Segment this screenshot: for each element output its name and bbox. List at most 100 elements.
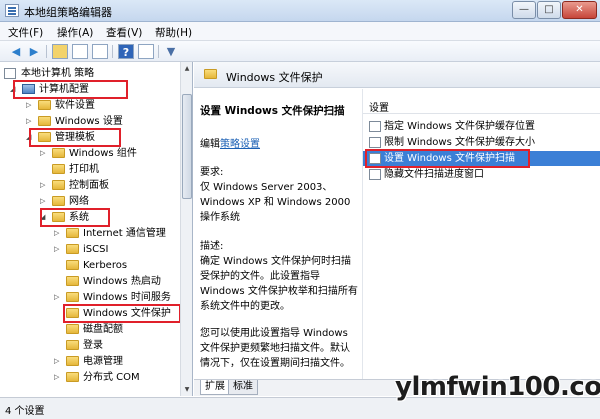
tree-item-network[interactable]: ▷ 网络	[4, 194, 180, 209]
tree-item-time-service[interactable]: ▷ Windows 时间服务	[4, 290, 180, 305]
folder-icon	[38, 100, 51, 110]
menu-file[interactable]: 文件(F)	[8, 25, 43, 40]
policy-setting-icon	[369, 169, 381, 180]
highlight-computer-config	[13, 80, 128, 99]
folder-icon	[66, 356, 79, 366]
collapsed-arrow-icon[interactable]: ▷	[40, 178, 48, 193]
policy-setting-icon	[369, 137, 381, 148]
folder-icon	[52, 180, 65, 190]
highlight-selected-setting	[365, 149, 530, 168]
maximize-button[interactable]: □	[537, 1, 561, 19]
collapsed-arrow-icon[interactable]: ▷	[54, 242, 62, 257]
toolbar-separator	[158, 45, 159, 58]
edit-prefix: 编辑	[200, 139, 220, 150]
close-button[interactable]: ✕	[562, 1, 597, 19]
status-text: 4 个设置	[5, 406, 45, 417]
folder-icon	[52, 148, 65, 158]
folder-icon	[66, 228, 79, 238]
collapsed-arrow-icon[interactable]: ▷	[40, 194, 48, 209]
tree-item-kerberos[interactable]: Kerberos	[4, 258, 180, 273]
scroll-down-arrow-icon[interactable]: ▼	[182, 384, 192, 395]
tree-item-windows-settings[interactable]: ▷ Windows 设置	[4, 114, 180, 129]
folder-icon	[52, 196, 65, 206]
properties-icon[interactable]	[138, 44, 154, 59]
tree-item-hot-start[interactable]: Windows 热启动	[4, 274, 180, 289]
policy-icon	[4, 68, 16, 79]
toolbar: ◀ ▶ ? ▼	[0, 41, 600, 62]
folder-icon	[66, 372, 79, 382]
requirements-label: 要求:	[200, 167, 224, 178]
description-label: 描述:	[200, 241, 224, 252]
policy-title: 设置 Windows 文件保护扫描	[200, 105, 345, 117]
list-item[interactable]: 指定 Windows 文件保护缓存位置	[363, 119, 600, 134]
folder-icon	[66, 340, 79, 350]
list-column-header[interactable]: 设置	[363, 97, 600, 114]
collapsed-arrow-icon[interactable]: ▷	[54, 226, 62, 241]
edit-policy-line: 编辑策略设置	[200, 135, 260, 150]
tree-item-disk-quota[interactable]: 磁盘配额	[4, 322, 180, 337]
collapsed-arrow-icon[interactable]: ▷	[54, 370, 62, 385]
list-item[interactable]: 隐藏文件扫描进度窗口	[363, 167, 600, 182]
description-pane: 设置 Windows 文件保护扫描 编辑策略设置 要求: 仅 Windows S…	[194, 89, 360, 379]
column-settings: 设置	[369, 103, 389, 114]
tree-item-iscsi[interactable]: ▷ iSCSI	[4, 242, 180, 257]
scroll-thumb[interactable]	[182, 94, 192, 199]
highlight-admin-templates	[29, 128, 121, 147]
collapsed-arrow-icon[interactable]: ▷	[40, 146, 48, 161]
forward-arrow-icon[interactable]: ▶	[26, 44, 42, 59]
tree-item-logon[interactable]: 登录	[4, 338, 180, 353]
tree-item-distributed-com[interactable]: ▷ 分布式 COM	[4, 370, 180, 385]
folder-icon	[66, 292, 79, 302]
collapsed-arrow-icon[interactable]: ▷	[26, 114, 34, 129]
menu-action[interactable]: 操作(A)	[57, 25, 93, 40]
highlight-system	[40, 208, 110, 227]
tree-item-internet-comm[interactable]: ▷ Internet 通信管理	[4, 226, 180, 241]
filter-icon[interactable]: ▼	[163, 44, 179, 59]
help-icon[interactable]: ?	[118, 44, 134, 59]
up-folder-icon[interactable]	[52, 44, 68, 59]
folder-icon	[38, 116, 51, 126]
list-item[interactable]: 限制 Windows 文件保护缓存大小	[363, 135, 600, 150]
folder-icon	[66, 260, 79, 270]
details-header: Windows 文件保护	[194, 62, 600, 88]
scroll-up-arrow-icon[interactable]: ▲	[182, 63, 192, 74]
tree-item-windows-components[interactable]: ▷ Windows 组件	[4, 146, 180, 161]
folder-icon	[66, 324, 79, 334]
tree-item-software-settings[interactable]: ▷ 软件设置	[4, 98, 180, 113]
menu-view[interactable]: 查看(V)	[106, 25, 142, 40]
tree-item-power-mgmt[interactable]: ▷ 电源管理	[4, 354, 180, 369]
requirements-text: 仅 Windows Server 2003、Windows XP 和 Windo…	[200, 182, 351, 223]
collapsed-arrow-icon[interactable]: ▷	[54, 354, 62, 369]
details-header-title: Windows 文件保护	[226, 71, 323, 84]
folder-icon	[52, 164, 65, 174]
details-pane: Windows 文件保护 设置 Windows 文件保护扫描 编辑策略设置 要求…	[194, 62, 600, 396]
toolbar-separator	[46, 45, 47, 58]
navigation-tree: 本地计算机 策略 ◢ 计算机配置 ▷ 软件设置 ▷ Windows 设置 ◢ 管…	[0, 62, 193, 396]
back-arrow-icon[interactable]: ◀	[8, 44, 24, 59]
description-text: 确定 Windows 文件保护何时扫描受保护的文件。此设置指导 Windows …	[200, 256, 358, 312]
menu-help[interactable]: 帮助(H)	[155, 25, 192, 40]
edit-policy-link[interactable]: 策略设置	[220, 139, 260, 150]
tree-item-root[interactable]: 本地计算机 策略	[4, 66, 180, 81]
title-bar: 本地组策略编辑器 — □ ✕	[0, 0, 600, 22]
tree-item-printers[interactable]: 打印机	[4, 162, 180, 177]
folder-icon	[204, 69, 217, 79]
tab-standard[interactable]: 标准	[228, 380, 258, 395]
tree-item-control-panel[interactable]: ▷ 控制面板	[4, 178, 180, 193]
tree-scrollbar[interactable]: ▲ ▼	[180, 62, 192, 396]
settings-list: 设置 指定 Windows 文件保护缓存位置 限制 Windows 文件保护缓存…	[362, 89, 600, 379]
tab-extended[interactable]: 扩展	[200, 380, 230, 395]
collapsed-arrow-icon[interactable]: ▷	[26, 98, 34, 113]
highlight-file-protection	[63, 304, 181, 323]
export-list-icon[interactable]	[92, 44, 108, 59]
show-tree-icon[interactable]	[72, 44, 88, 59]
toolbar-separator	[112, 45, 113, 58]
watermark: ylmfwin100.com	[395, 372, 600, 402]
minimize-button[interactable]: —	[512, 1, 536, 19]
collapsed-arrow-icon[interactable]: ▷	[54, 290, 62, 305]
menu-bar: 文件(F) 操作(A) 查看(V) 帮助(H)	[0, 22, 600, 41]
description-more: 您可以使用此设置指导 Windows 文件保护更频繁地扫描文件。默认情况下，仅在…	[200, 328, 350, 369]
policy-setting-icon	[369, 121, 381, 132]
folder-icon	[66, 276, 79, 286]
folder-icon	[66, 244, 79, 254]
